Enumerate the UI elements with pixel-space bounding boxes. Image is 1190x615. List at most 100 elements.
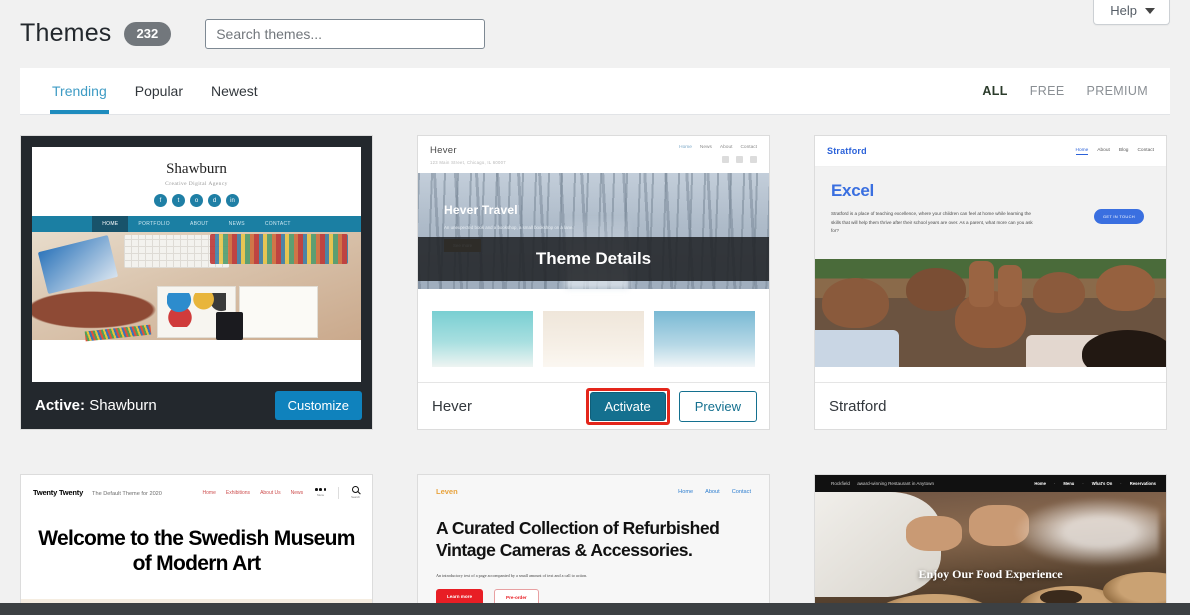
search-input[interactable]	[205, 19, 486, 49]
twenty-twenty-tagline: The Default Theme for 2020	[92, 491, 162, 497]
instagram-icon: o	[190, 194, 203, 207]
stratford-hero-heading: Excel	[831, 181, 874, 200]
stratford-cta-button: GET IN TOUCH	[1093, 209, 1144, 224]
hever-nav-contact: Contact	[740, 145, 757, 150]
hever-card-3	[654, 311, 755, 367]
shawburn-preview-header: Shawburn Creative Digital Agency f t o d…	[32, 147, 361, 216]
theme-screenshot-hever[interactable]: Hever 123 Main Street, Chicago, IL 60007…	[418, 136, 769, 382]
twenty-twenty-hero: Welcome to the Swedish Museum of Modern …	[21, 509, 372, 599]
shawburn-nav-about: ABOUT	[189, 221, 209, 227]
open-book-right	[239, 286, 319, 338]
smoke-shape	[1011, 497, 1159, 568]
twenty-twenty-hero-heading: Welcome to the Swedish Museum of Modern …	[38, 527, 355, 575]
twenty-twenty-preview-header: Twenty Twenty The Default Theme for 2020…	[21, 475, 372, 509]
browser-bottom-bar	[0, 603, 1190, 615]
theme-screenshot-shawburn[interactable]: Shawburn Creative Digital Agency f t o d…	[21, 136, 372, 382]
theme-screenshot-rockfield[interactable]: Rockfield award-winning Restaurant in An…	[815, 475, 1166, 615]
stratford-preview-header: Stratford Home About Blog Contact	[815, 136, 1166, 167]
help-tab-button[interactable]: Help	[1093, 0, 1170, 25]
shawburn-preview-nav: HOME PORTFOLIO ABOUT NEWS CONTACT	[32, 216, 361, 232]
stratford-nav-home: Home	[1075, 147, 1089, 155]
leven-preview-header: Leven Home About Contact	[436, 487, 751, 496]
hever-address: 123 Main Street, Chicago, IL 60007	[430, 160, 506, 165]
hever-nav-home: Home	[679, 145, 692, 150]
theme-screenshot-twenty-twenty[interactable]: Twenty Twenty The Default Theme for 2020…	[21, 475, 372, 615]
filter-bar: Trending Popular Newest ALL FREE PREMIUM	[20, 68, 1170, 115]
stratford-preview-nav: Home About Blog Contact	[1075, 147, 1154, 155]
filter-premium[interactable]: PREMIUM	[1087, 84, 1148, 98]
peace-hand-1	[969, 261, 994, 307]
themes-grid: Shawburn Creative Digital Agency f t o d…	[20, 135, 1170, 615]
price-filter-links: ALL FREE PREMIUM	[982, 68, 1162, 114]
menu-label: Menu	[317, 492, 325, 497]
theme-card-twenty-twenty[interactable]: Twenty Twenty The Default Theme for 2020…	[20, 474, 373, 615]
rf-nav-reservations: Reservations	[1129, 481, 1156, 486]
child-face-4	[1032, 271, 1086, 313]
tt-nav-home: Home	[202, 489, 216, 496]
tab-trending[interactable]: Trending	[40, 68, 119, 114]
leven-nav-contact: Contact	[731, 488, 751, 495]
hever-card-2	[543, 311, 644, 367]
hever-preview-nav: Home News About Contact	[679, 145, 757, 150]
shawburn-nav-home: HOME	[92, 216, 129, 232]
leven-hero-heading: A Curated Collection of Refurbished Vint…	[436, 518, 720, 560]
leven-nav-home: Home	[678, 488, 694, 495]
customize-button[interactable]: Customize	[274, 391, 362, 420]
stratford-photo	[815, 259, 1166, 367]
theme-card-hever[interactable]: Hever 123 Main Street, Chicago, IL 60007…	[417, 135, 770, 430]
child-face-1	[822, 278, 889, 329]
shawburn-hero-photo	[32, 232, 361, 342]
theme-card-leven[interactable]: Leven Home About Contact A Curated Colle…	[417, 474, 770, 615]
theme-footer-shawburn: Active: Shawburn Customize	[21, 382, 372, 429]
hever-card-row	[418, 289, 769, 381]
theme-name-hever: Hever	[432, 397, 473, 415]
search-icon: Search	[351, 486, 360, 499]
rockfield-preview-nav: Home · Menu · What's On · Reservations	[1034, 481, 1156, 486]
shawburn-preview: Shawburn Creative Digital Agency f t o d…	[32, 147, 361, 382]
rf-nav-home: Home	[1034, 481, 1046, 486]
stratford-preview: Stratford Home About Blog Contact Excel …	[815, 136, 1166, 382]
twenty-twenty-preview-nav: Home Exhibitions About Us News	[203, 490, 304, 496]
linkedin-icon: in	[226, 194, 239, 207]
tt-nav-exhibitions: Exhibitions	[225, 489, 251, 496]
theme-card-shawburn[interactable]: Shawburn Creative Digital Agency f t o d…	[20, 135, 373, 430]
bookshelf-shape	[209, 234, 348, 265]
theme-details-overlay[interactable]: Theme Details	[418, 237, 769, 281]
leven-site-title: Leven	[436, 487, 458, 496]
stratford-site-title: Stratford	[827, 146, 867, 156]
hever-nav-about: About	[719, 145, 733, 150]
theme-sort-tabs: Trending Popular Newest	[40, 68, 270, 114]
divider	[338, 486, 340, 499]
theme-card-stratford[interactable]: Stratford Home About Blog Contact Excel …	[814, 135, 1167, 430]
active-theme-name: Shawburn	[89, 397, 157, 414]
page-title: Themes	[20, 18, 112, 47]
twitter-icon: t	[172, 194, 185, 207]
theme-screenshot-leven[interactable]: Leven Home About Contact A Curated Colle…	[418, 475, 769, 615]
twenty-twenty-preview: Twenty Twenty The Default Theme for 2020…	[21, 475, 372, 615]
stratford-hero: Excel Stratford is a place of teaching e…	[815, 167, 1166, 259]
shawburn-nav-news: NEWS	[228, 221, 245, 227]
preview-button[interactable]: Preview	[678, 390, 757, 422]
filter-free[interactable]: FREE	[1030, 84, 1065, 98]
tt-nav-about-us: About Us	[260, 489, 281, 496]
leven-preview-nav: Home About Contact	[678, 489, 751, 495]
theme-count-badge: 232	[123, 22, 172, 46]
hever-nav-block: Home News About Contact	[679, 145, 757, 163]
theme-screenshot-stratford[interactable]: Stratford Home About Blog Contact Excel …	[815, 136, 1166, 382]
activate-button[interactable]: Activate	[589, 391, 666, 421]
chevron-down-icon	[1145, 7, 1155, 14]
filter-all[interactable]: ALL	[982, 84, 1007, 98]
search-label: Search	[351, 495, 360, 499]
leven-nav-about: About	[705, 488, 720, 495]
theme-card-rockfield[interactable]: Rockfield award-winning Restaurant in An…	[814, 474, 1167, 615]
hever-footer-actions: Activate Preview	[585, 387, 757, 425]
rockfield-preview: Rockfield award-winning Restaurant in An…	[815, 475, 1166, 615]
activate-button-highlight: Activate	[585, 387, 670, 425]
tab-newest[interactable]: Newest	[199, 68, 270, 114]
tab-popular[interactable]: Popular	[123, 68, 195, 114]
child-shirt-1	[815, 330, 900, 367]
hever-hero-heading: Hever Travel	[444, 203, 518, 217]
leven-preview: Leven Home About Contact A Curated Colle…	[418, 475, 769, 615]
theme-name-stratford: Stratford	[829, 397, 887, 415]
shawburn-site-title: Shawburn	[166, 161, 227, 177]
